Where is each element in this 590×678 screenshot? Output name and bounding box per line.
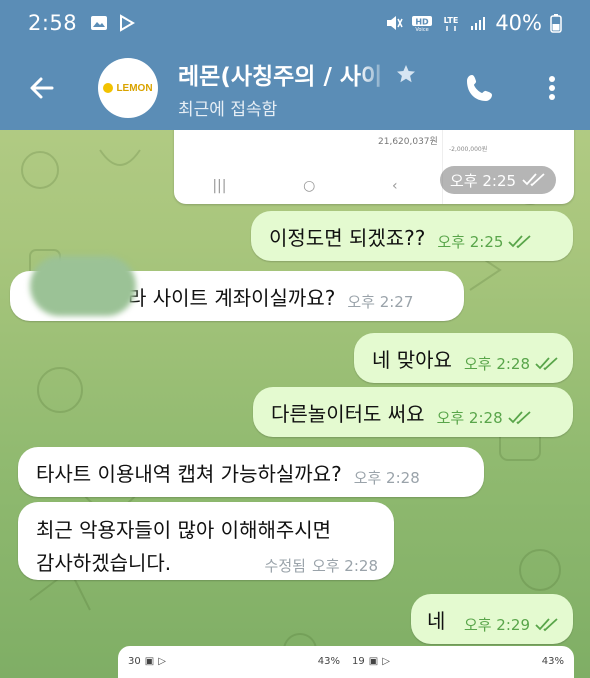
gallery-icon: ▣: [368, 656, 379, 667]
message-bubble-outgoing[interactable]: 다른놀이터도 써요 오후 2:28: [253, 387, 573, 437]
recents-icon: |||: [212, 178, 227, 194]
image-nav-bar: ||| ○ ‹: [174, 176, 436, 196]
avatar[interactable]: LEMON: [98, 58, 158, 118]
back-button[interactable]: [14, 60, 70, 116]
double-check-icon: [508, 234, 532, 248]
home-icon: ○: [303, 178, 316, 194]
lte-icon: LTE: [444, 16, 459, 31]
message-meta: 오후 2:28: [437, 407, 532, 428]
phone-icon: [467, 75, 492, 101]
battery-percent: 40%: [495, 11, 542, 35]
more-menu-button[interactable]: [540, 70, 564, 106]
play-icon: ▷: [382, 656, 390, 667]
chat-header: LEMON 레몬(사칭주의 / 사이 최근에 접속함: [0, 46, 590, 130]
message-bubble-outgoing[interactable]: 네 오후 2:29: [411, 594, 573, 644]
preview-right-battery: 43%: [541, 656, 564, 667]
image-side-amount: -2,000,000원: [449, 146, 488, 153]
message-bubble-outgoing[interactable]: 네 맞아요 오후 2:28: [354, 333, 573, 383]
back-arrow-icon: [30, 77, 54, 99]
chat-subtitle: 최근에 접속함: [178, 99, 278, 120]
message-meta: 오후 2:27: [347, 291, 413, 312]
message-text: 네 맞아요: [372, 347, 452, 372]
image-timestamp: 오후 2:25: [440, 166, 557, 194]
message-text: 라 사이트 계좌이실까요?: [128, 285, 336, 310]
image-message-preview[interactable]: 30 ▣ ▷ 43% 19 ▣ ▷ 43%: [118, 646, 574, 678]
status-notification-icons: [89, 13, 137, 33]
hd-voice-icon: HDVoice: [412, 16, 433, 32]
play-icon: ▷: [158, 656, 166, 667]
svg-text:HD: HD: [416, 18, 430, 27]
message-time: 오후 2:28: [463, 355, 531, 373]
edited-label: 수정됨: [264, 557, 306, 575]
message-time: 오후 2:28: [311, 557, 378, 575]
message-text: 네: [427, 608, 446, 633]
message-time: 오후 2:28: [436, 409, 503, 427]
double-check-icon: [522, 173, 545, 187]
preview-left-battery: 43%: [317, 656, 340, 667]
image-time-text: 오후 2:25: [450, 171, 517, 190]
redacted-blur: [30, 256, 136, 316]
preview-right-statusbar: 19 ▣ ▷ 43%: [352, 656, 564, 667]
message-text-line1: 최근 악용자들이 많아 이해해주시면: [36, 518, 332, 542]
top-bar: 2:58 HDVoice LTE 40% LEMON 레몬(사칭주의 / 사이: [0, 0, 590, 130]
play-icon: [120, 14, 136, 32]
svg-text:Voice: Voice: [416, 27, 429, 32]
message-time: 오후 2:25: [437, 233, 504, 251]
gallery-icon: [91, 16, 108, 30]
message-meta: 오후 2:25: [437, 231, 532, 252]
message-text-line2: 감사하겠습니다.: [36, 551, 172, 575]
double-check-icon: [507, 410, 531, 424]
message-text: 타사트 이용내역 캡쳐 가능하실까요?: [36, 461, 342, 486]
preview-left-statusbar: 30 ▣ ▷ 43%: [128, 656, 340, 667]
back-nav-icon: ‹: [392, 178, 398, 194]
double-check-icon: [535, 356, 558, 370]
svg-text:LTE: LTE: [444, 16, 459, 25]
message-meta: 오후 2:28: [354, 467, 420, 488]
avatar-text: LEMON: [116, 82, 153, 94]
message-text: 이정도면 되겠죠??: [269, 225, 426, 250]
message-time: 오후 2:28: [353, 469, 420, 487]
status-bar: 2:58 HD Voice LTE 40%: [0, 0, 590, 46]
kebab-menu-icon: [549, 76, 555, 100]
signal-icon: [471, 17, 486, 30]
status-time: 2:58: [28, 11, 78, 35]
chat-title-block[interactable]: 레몬(사칭주의 / 사이 최근에 접속함: [178, 57, 428, 120]
call-button[interactable]: [462, 70, 498, 106]
status-right-icons: HD Voice LTE 40%: [385, 11, 562, 35]
message-meta: 수정됨 오후 2:28: [265, 555, 378, 576]
gallery-icon: ▣: [144, 656, 155, 667]
message-time: 오후 2:27: [347, 293, 414, 311]
message-text: 다른놀이터도 써요: [271, 401, 425, 426]
message-meta: 오후 2:28: [464, 353, 559, 374]
message-time: 오후 2:29: [463, 616, 530, 634]
lemon-logo-icon: [103, 83, 114, 93]
message-bubble-outgoing[interactable]: 이정도면 되겠죠?? 오후 2:25: [251, 211, 573, 261]
image-amount-text: 21,620,037원: [378, 137, 438, 147]
double-check-icon: [535, 617, 558, 631]
message-bubble-incoming[interactable]: 최근 악용자들이 많아 이해해주시면 감사하겠습니다. 수정됨 오후 2:28: [18, 502, 394, 580]
preview-left-time: 30: [128, 656, 141, 667]
star-icon: [397, 64, 415, 82]
mute-icon: [387, 16, 403, 30]
message-bubble-incoming[interactable]: 타사트 이용내역 캡쳐 가능하실까요? 오후 2:28: [18, 447, 484, 497]
battery-icon: [550, 14, 562, 33]
chat-title: 레몬(사칭주의 / 사이: [178, 63, 383, 90]
message-meta: 오후 2:29: [464, 614, 559, 635]
preview-right-time: 19: [352, 656, 365, 667]
